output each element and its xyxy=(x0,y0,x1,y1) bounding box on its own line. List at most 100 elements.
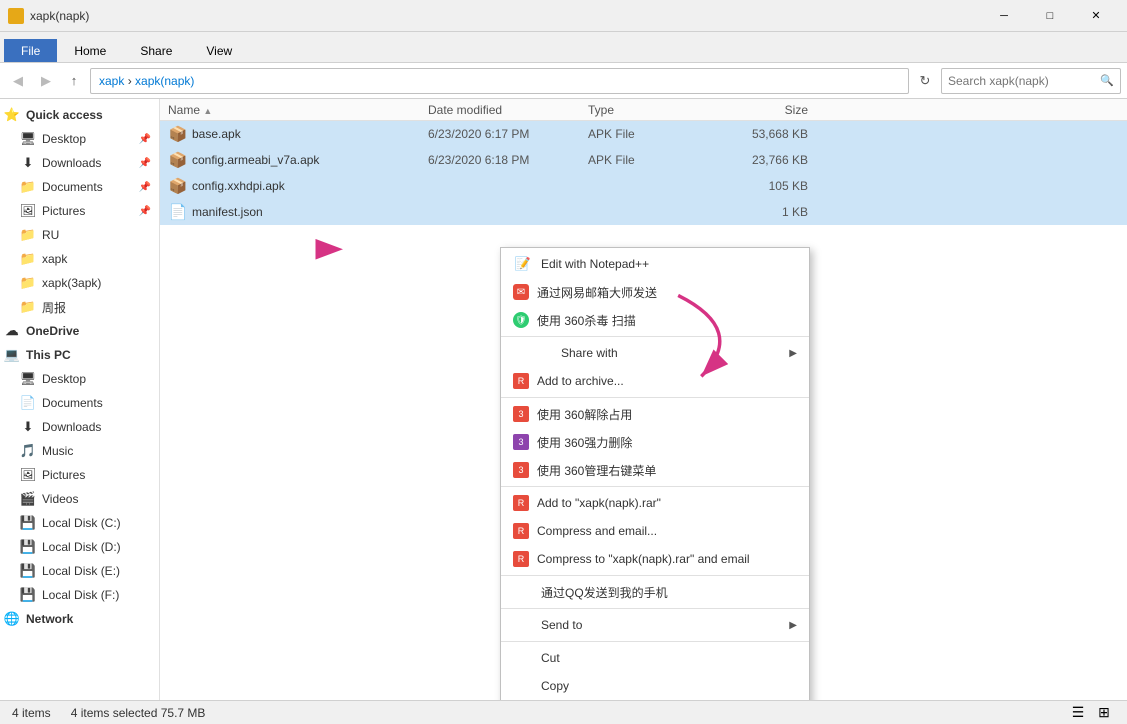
sidebar-item-pc-pictures[interactable]: 🖼 Pictures xyxy=(0,463,159,487)
ctx-label: Compress to "xapk(napk).rar" and email xyxy=(537,552,797,566)
refresh-button[interactable]: ↻ xyxy=(913,69,937,93)
title-bar-text: xapk(napk) xyxy=(30,9,981,23)
sidebar-item-pc-music[interactable]: 🎵 Music xyxy=(0,439,159,463)
sidebar-item-xapk3apk[interactable]: 📁 xapk(3apk) xyxy=(0,271,159,295)
forward-button[interactable]: ▶ xyxy=(34,69,58,93)
maximize-button[interactable]: □ xyxy=(1027,0,1073,32)
sidebar-item-label: xapk xyxy=(42,252,67,266)
title-bar: xapk(napk) ─ □ ✕ xyxy=(0,0,1127,32)
sidebar-item-label: Pictures xyxy=(42,468,85,482)
ctx-add-archive[interactable]: R Add to archive... xyxy=(501,367,809,395)
ctx-qq-send[interactable]: 通过QQ发送到我的手机 xyxy=(501,578,809,606)
this-pc-label: This PC xyxy=(26,348,71,362)
sidebar-item-pc-desktop[interactable]: 🖥 Desktop xyxy=(0,367,159,391)
submenu-arrow: ▶ xyxy=(789,348,797,359)
ctx-360-manage[interactable]: 3 使用 360管理右键菜单 xyxy=(501,456,809,484)
ctx-360-delete[interactable]: 3 使用 360强力删除 xyxy=(501,428,809,456)
ctx-netease-mail[interactable]: ✉ 通过网易邮箱大师发送 xyxy=(501,278,809,306)
ctx-cut[interactable]: Cut xyxy=(501,644,809,672)
sidebar-item-desktop[interactable]: 🖥 Desktop 📌 xyxy=(0,127,159,151)
file-row[interactable]: 📦 config.armeabi_v7a.apk 6/23/2020 6:18 … xyxy=(160,147,1127,173)
breadcrumb-xapk[interactable]: xapk xyxy=(99,74,124,88)
pictures-icon: 🖼 xyxy=(20,467,36,483)
file-date: 6/23/2020 6:18 PM xyxy=(428,153,588,167)
pin-icon: 📌 xyxy=(139,134,151,145)
ctx-add-rar[interactable]: R Add to "xapk(napk).rar" xyxy=(501,489,809,517)
folder-icon: 📁 xyxy=(20,251,36,267)
360-delete-icon: 3 xyxy=(513,434,529,450)
tab-home[interactable]: Home xyxy=(57,39,123,62)
view-details-button[interactable]: ☰ xyxy=(1067,702,1089,724)
col-header-name[interactable]: Name ▲ xyxy=(168,103,428,117)
sidebar-section-network[interactable]: 🌐 Network xyxy=(0,607,159,631)
back-button[interactable]: ◀ xyxy=(6,69,30,93)
folder-icon: 📁 xyxy=(20,227,36,243)
sidebar-item-xapk[interactable]: 📁 xapk xyxy=(0,247,159,271)
sidebar-item-downloads[interactable]: ⬇ Downloads 📌 xyxy=(0,151,159,175)
ctx-compress-email[interactable]: R Compress and email... xyxy=(501,517,809,545)
share-icon xyxy=(513,343,533,363)
up-button[interactable]: ↑ xyxy=(62,69,86,93)
ctx-label: Compress and email... xyxy=(537,524,797,538)
tab-file[interactable]: File xyxy=(4,39,57,62)
apk-icon: 📦 xyxy=(168,150,188,170)
title-bar-icon xyxy=(8,8,24,24)
sidebar-item-pc-downloads[interactable]: ⬇ Downloads xyxy=(0,415,159,439)
sidebar-item-zhoupao[interactable]: 📁 周报 xyxy=(0,295,159,319)
documents-icon: 📄 xyxy=(20,395,36,411)
sidebar-item-local-disk-d[interactable]: 💾 Local Disk (D:) xyxy=(0,535,159,559)
onedrive-label: OneDrive xyxy=(26,324,79,338)
tab-share[interactable]: Share xyxy=(123,39,189,62)
ctx-copy[interactable]: Copy xyxy=(501,672,809,700)
sidebar-item-label: xapk(3apk) xyxy=(42,276,101,290)
sidebar-item-local-disk-f[interactable]: 💾 Local Disk (F:) xyxy=(0,583,159,607)
file-name: config.armeabi_v7a.apk xyxy=(192,153,428,167)
col-header-type[interactable]: Type xyxy=(588,103,708,117)
col-header-size[interactable]: Size xyxy=(708,103,808,117)
file-row[interactable]: 📦 config.xxhdpi.apk 105 KB xyxy=(160,173,1127,199)
title-controls: ─ □ ✕ xyxy=(981,0,1119,32)
sidebar-item-ru[interactable]: 📁 RU xyxy=(0,223,159,247)
ribbon-tabs: File Home Share View xyxy=(0,32,1127,62)
close-button[interactable]: ✕ xyxy=(1073,0,1119,32)
sidebar-section-onedrive[interactable]: ☁ OneDrive xyxy=(0,319,159,343)
sidebar-item-documents[interactable]: 📁 Documents 📌 xyxy=(0,175,159,199)
breadcrumb-current[interactable]: xapk(napk) xyxy=(135,74,194,88)
disk-icon: 💾 xyxy=(20,539,36,555)
network-icon: 🌐 xyxy=(4,611,20,627)
sidebar-item-pc-documents[interactable]: 📄 Documents xyxy=(0,391,159,415)
sidebar-item-local-disk-e[interactable]: 💾 Local Disk (E:) xyxy=(0,559,159,583)
view-icons-button[interactable]: ⊞ xyxy=(1093,702,1115,724)
file-type: APK File xyxy=(588,127,708,141)
sidebar-section-this-pc[interactable]: 💻 This PC xyxy=(0,343,159,367)
ctx-label: Cut xyxy=(541,651,797,665)
ctx-label: 使用 360管理右键菜单 xyxy=(537,462,797,479)
ctx-360-scan[interactable]: 🛡 使用 360杀毒 扫描 xyxy=(501,306,809,334)
search-icon: 🔍 xyxy=(1100,74,1114,87)
ctx-edit-notepad[interactable]: 📝 Edit with Notepad++ xyxy=(501,250,809,278)
sidebar-item-local-disk-c[interactable]: 💾 Local Disk (C:) xyxy=(0,511,159,535)
ctx-send-to[interactable]: Send to ▶ xyxy=(501,611,809,639)
file-row[interactable]: 📄 manifest.json 1 KB xyxy=(160,199,1127,225)
ctx-share-with[interactable]: Share with ▶ xyxy=(501,339,809,367)
search-input[interactable] xyxy=(948,74,1100,88)
ctx-compress-rar-email[interactable]: R Compress to "xapk(napk).rar" and email xyxy=(501,545,809,573)
apk-icon: 📦 xyxy=(168,124,188,144)
ctx-label: Send to xyxy=(541,618,781,632)
sidebar-item-label: Documents xyxy=(42,180,103,194)
sidebar-item-pc-videos[interactable]: 🎬 Videos xyxy=(0,487,159,511)
tab-view[interactable]: View xyxy=(189,39,249,62)
file-type: APK File xyxy=(588,153,708,167)
sidebar-section-quick-access[interactable]: ⭐ Quick access xyxy=(0,103,159,127)
ctx-360-release[interactable]: 3 使用 360解除占用 xyxy=(501,400,809,428)
rar-add-icon: R xyxy=(513,495,529,511)
360-manage-icon: 3 xyxy=(513,462,529,478)
file-row[interactable]: 📦 base.apk 6/23/2020 6:17 PM APK File 53… xyxy=(160,121,1127,147)
sidebar-item-label: Documents xyxy=(42,396,103,410)
sort-arrow: ▲ xyxy=(203,106,212,116)
breadcrumb[interactable]: xapk › xapk(napk) xyxy=(90,68,909,94)
sidebar-item-pictures[interactable]: 🖼 Pictures 📌 xyxy=(0,199,159,223)
minimize-button[interactable]: ─ xyxy=(981,0,1027,32)
col-header-date[interactable]: Date modified xyxy=(428,103,588,117)
sidebar: ⭐ Quick access 🖥 Desktop 📌 ⬇ Downloads 📌… xyxy=(0,99,160,700)
